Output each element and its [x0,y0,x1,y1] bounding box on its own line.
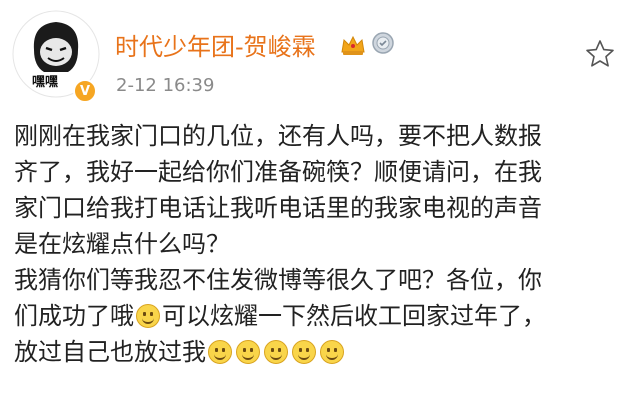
avatar-caption: 嘿嘿 [32,75,58,90]
smile-emoji-icon [236,340,260,364]
content-line: 是在炫耀点什么吗？ [14,230,230,258]
content-line: 齐了，我好一起给你们准备碗筷？顺便请问，在我 [14,158,542,186]
verified-badge-label: V [79,83,91,99]
weibo-post: 嘿嘿 V 时代少年团-贺峻霖 2-12 16:39 刚刚在我家门口的几位，还有人… [0,0,640,404]
smile-emoji-icon [208,340,232,364]
smile-emoji-icon [136,304,160,328]
smile-emoji-icon [292,340,316,364]
crown-icon[interactable] [340,34,366,56]
username[interactable]: 时代少年团-贺峻霖 [115,27,316,62]
content-line: 我猜你们等我忍不住发微博等很久了吧？各位，你 [14,266,542,294]
content-text: 可以炫耀一下然后收工回家过年了， [162,302,546,330]
post-timestamp[interactable]: 2-12 16:39 [116,75,214,96]
content-line: 家门口给我打电话让我听电话里的我家电视的声音 [14,194,542,222]
content-text: 放过自己也放过我 [14,338,206,366]
content-line: 们成功了哦 可以炫耀一下然后收工回家过年了， [14,298,626,334]
post-content: 刚刚在我家门口的几位，还有人吗，要不把人数报 齐了，我好一起给你们准备碗筷？顺便… [14,118,626,370]
star-icon[interactable] [584,38,616,70]
smile-emoji-icon [264,340,288,364]
verified-badge: V [73,79,97,103]
smile-emoji-icon [320,340,344,364]
content-line: 放过自己也放过我 [14,334,626,370]
content-line: 刚刚在我家门口的几位，还有人吗，要不把人数报 [14,122,542,150]
medal-icon[interactable] [371,31,395,55]
content-text: 们成功了哦 [14,302,134,330]
